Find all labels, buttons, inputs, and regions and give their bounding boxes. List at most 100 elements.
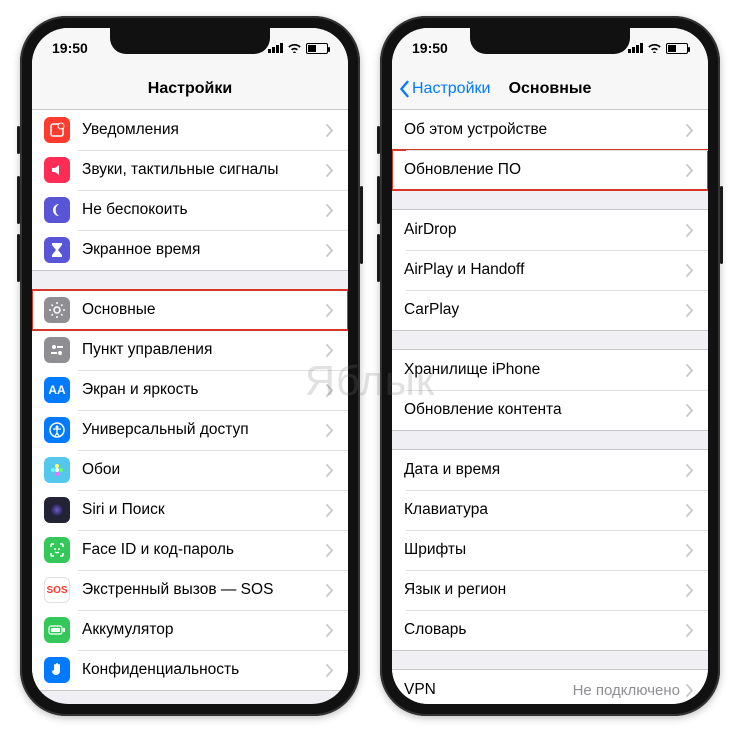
row-siri-и-поиск[interactable]: Siri и Поиск [32,490,348,530]
row-airdrop[interactable]: AirDrop [392,210,708,250]
chevron-right-icon [686,464,694,477]
hand-icon [44,657,70,683]
cellular-icon [268,43,283,53]
row-дата-и-время[interactable]: Дата и время [392,450,708,490]
row-label: Siri и Поиск [82,501,326,519]
row-label: Уведомления [82,121,326,139]
row-аккумулятор[interactable]: Аккумулятор [32,610,348,650]
battery-icon [306,43,328,54]
row-value: Не подключено [573,682,680,699]
row-label: Хранилище iPhone [404,361,686,379]
chevron-right-icon [686,544,694,557]
chevron-right-icon [686,404,694,417]
row-label: Универсальный доступ [82,421,326,439]
row-экстренный-вызов-sos[interactable]: SOSЭкстренный вызов — SOS [32,570,348,610]
row-не-беспокоить[interactable]: Не беспокоить [32,190,348,230]
row-label: Не беспокоить [82,201,326,219]
chevron-right-icon [326,664,334,677]
phone-right: 19:50 Настройки Основные Об этом устройс… [380,16,720,716]
row-хранилище-iphone[interactable]: Хранилище iPhone [392,350,708,390]
row-label: Язык и регион [404,581,686,599]
chevron-right-icon [686,264,694,277]
chevron-right-icon [326,164,334,177]
chevron-right-icon [686,584,694,597]
cellular-icon [628,43,643,53]
chevron-right-icon [686,164,694,177]
AA-icon: AA [44,377,70,403]
row-обновление-по[interactable]: Обновление ПО [392,150,708,190]
row-экран-и-яркость[interactable]: AAЭкран и яркость [32,370,348,410]
back-button[interactable]: Настройки [398,68,490,109]
hourglass-icon [44,237,70,263]
accessibility-icon [44,417,70,443]
row-обои[interactable]: Обои [32,450,348,490]
chevron-right-icon [326,464,334,477]
row-label: Аккумулятор [82,621,326,639]
row-клавиатура[interactable]: Клавиатура [392,490,708,530]
row-airplay-и-handoff[interactable]: AirPlay и Handoff [392,250,708,290]
chevron-right-icon [326,624,334,637]
chevron-right-icon [326,544,334,557]
chevron-right-icon [686,124,694,137]
chevron-right-icon [326,304,334,317]
row-label: Словарь [404,621,686,639]
chevron-right-icon [686,304,694,317]
row-face-id-и-код-пароль[interactable]: Face ID и код-пароль [32,530,348,570]
status-time: 19:50 [52,40,88,56]
row-label: Конфиденциальность [82,661,326,679]
row-шрифты[interactable]: Шрифты [392,530,708,570]
row-звуки-тактильные-сигналы[interactable]: Звуки, тактильные сигналы [32,150,348,190]
row-об-этом-устройстве[interactable]: Об этом устройстве [392,110,708,150]
wifi-icon [647,41,662,56]
notch [110,28,270,54]
chevron-right-icon [326,504,334,517]
row-словарь[interactable]: Словарь [392,610,708,650]
row-label: CarPlay [404,301,686,319]
back-label: Настройки [412,80,490,98]
row-экранное-время[interactable]: Экранное время [32,230,348,270]
switches-icon [44,337,70,363]
moon-icon [44,197,70,223]
wifi-icon [287,41,302,56]
row-label: Шрифты [404,541,686,559]
row-label: Об этом устройстве [404,121,686,139]
row-label: Обои [82,461,326,479]
row-label: Экстренный вызов — SOS [82,581,326,599]
page-title: Настройки [148,80,232,98]
battery-icon [44,617,70,643]
general-list[interactable]: Об этом устройстве Обновление ПО AirDrop Ai… [392,110,708,704]
row-vpn[interactable]: VPNНе подключено [392,670,708,704]
page-title: Основные [509,80,592,98]
notifications-icon [44,117,70,143]
chevron-right-icon [326,384,334,397]
row-label: AirDrop [404,221,686,239]
row-label: Клавиатура [404,501,686,519]
chevron-right-icon [326,124,334,137]
chevron-right-icon [686,224,694,237]
faceid-icon [44,537,70,563]
nav-bar: Настройки Основные [392,68,708,110]
row-label: Основные [82,301,326,319]
settings-list[interactable]: Уведомления Звуки, тактильные сигналы Не б… [32,110,348,704]
notch [470,28,630,54]
row-язык-и-регион[interactable]: Язык и регион [392,570,708,610]
chevron-right-icon [686,684,694,697]
nav-bar: Настройки [32,68,348,110]
row-пункт-управления[interactable]: Пункт управления [32,330,348,370]
battery-icon [666,43,688,54]
row-обновление-контента[interactable]: Обновление контента [392,390,708,430]
row-универсальный-доступ[interactable]: Универсальный доступ [32,410,348,450]
row-carplay[interactable]: CarPlay [392,290,708,330]
gear-icon [44,297,70,323]
row-конфиденциальность[interactable]: Конфиденциальность [32,650,348,690]
chevron-right-icon [326,584,334,597]
chevron-right-icon [686,624,694,637]
row-основные[interactable]: Основные [32,290,348,330]
status-time: 19:50 [412,40,448,56]
chevron-right-icon [326,424,334,437]
chevron-right-icon [326,204,334,217]
chevron-right-icon [686,364,694,377]
row-label: Обновление ПО [404,161,686,179]
row-уведомления[interactable]: Уведомления [32,110,348,150]
phone-left: 19:50 Настройки Уведомления Звуки, тактил… [20,16,360,716]
